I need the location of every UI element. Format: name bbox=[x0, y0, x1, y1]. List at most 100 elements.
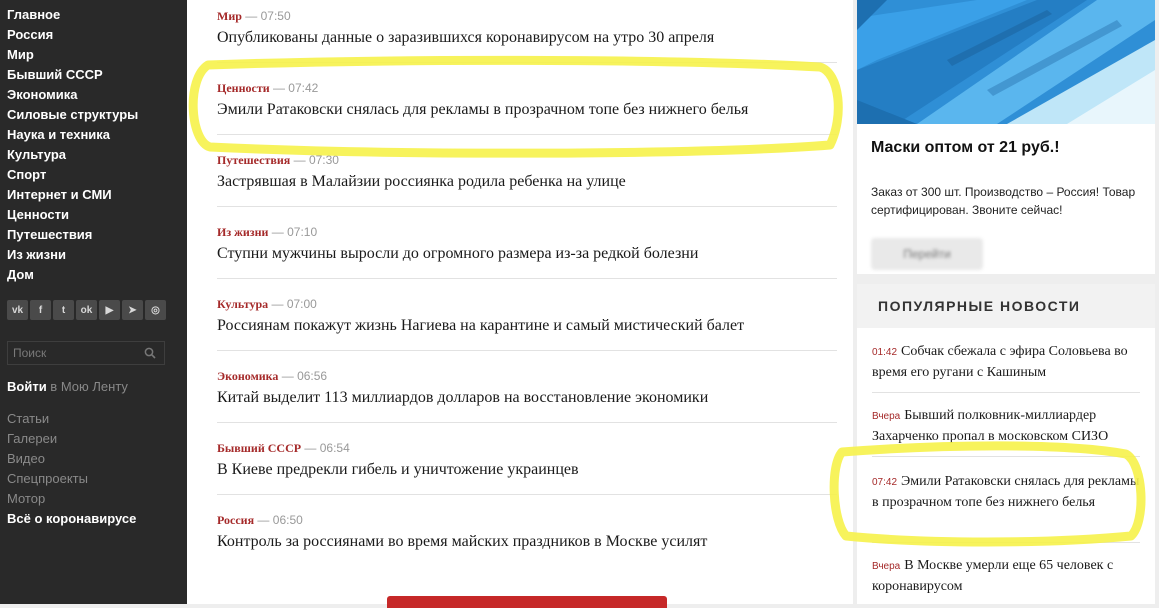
divider bbox=[217, 422, 837, 423]
news-title[interactable]: Китай выделит 113 миллиардов долларов на… bbox=[217, 387, 837, 409]
popular-item-time: 01:42 bbox=[872, 347, 898, 358]
ad-button[interactable]: Перейти bbox=[871, 238, 983, 270]
right-column: Маски оптом от 21 руб.! Заказ от 300 шт.… bbox=[857, 0, 1159, 604]
news-item: Мир — 07:50 Опубликованы данные о зарази… bbox=[217, 8, 837, 49]
news-title[interactable]: Эмили Ратаковски снялась для рекламы в п… bbox=[217, 99, 837, 121]
nav-item-russia[interactable]: Россия bbox=[7, 25, 138, 45]
nav-item-economy[interactable]: Экономика bbox=[7, 85, 138, 105]
nav-item-main[interactable]: Главное bbox=[7, 5, 138, 25]
news-item: Из жизни — 07:10 Ступни мужчины выросли … bbox=[217, 224, 837, 265]
popular-item-time: 07:42 bbox=[872, 477, 898, 488]
news-time: 07:42 bbox=[288, 81, 319, 95]
search-icon[interactable] bbox=[144, 347, 156, 359]
load-more-button[interactable] bbox=[387, 596, 667, 608]
link-galleries[interactable]: Галереи bbox=[7, 429, 136, 449]
news-time: 06:54 bbox=[319, 441, 350, 455]
nav-item-sport[interactable]: Спорт bbox=[7, 165, 138, 185]
news-rubric[interactable]: Из жизни bbox=[217, 225, 268, 239]
nav-item-values[interactable]: Ценности bbox=[7, 205, 138, 225]
news-item: Путешествия — 07:30 Застрявшая в Малайзи… bbox=[217, 152, 837, 193]
nav-item-world[interactable]: Мир bbox=[7, 45, 138, 65]
link-motor[interactable]: Мотор bbox=[7, 489, 136, 509]
news-item: Ценности — 07:42 Эмили Ратаковски снялас… bbox=[217, 80, 837, 121]
social-links: vk f t ok ▶ ➤ ◎ bbox=[7, 300, 166, 320]
divider bbox=[872, 392, 1140, 393]
popular-item[interactable]: Вчера В Москве умерли еще 65 человек с ко… bbox=[872, 556, 1140, 597]
divider bbox=[217, 206, 837, 207]
link-video[interactable]: Видео bbox=[7, 449, 136, 469]
divider bbox=[217, 350, 837, 351]
news-rubric[interactable]: Бывший СССР bbox=[217, 441, 301, 455]
facebook-icon[interactable]: f bbox=[30, 300, 51, 320]
news-time: 07:00 bbox=[286, 297, 317, 311]
popular-item[interactable]: 07:42 Эмили Ратаковски снялась для реклам… bbox=[872, 472, 1140, 513]
ad-image[interactable] bbox=[857, 0, 1155, 124]
popular-item-title[interactable]: Собчак сбежала с эфира Соловьева во врем… bbox=[872, 344, 1128, 380]
news-item: Культура — 07:00 Россиянам покажут жизнь… bbox=[217, 296, 837, 337]
odnoklassniki-icon[interactable]: ok bbox=[76, 300, 97, 320]
divider bbox=[217, 134, 837, 135]
divider bbox=[217, 494, 837, 495]
news-title[interactable]: В Киеве предрекли гибель и уничтожение у… bbox=[217, 459, 837, 481]
news-rubric[interactable]: Мир bbox=[217, 9, 242, 23]
masks-image bbox=[857, 0, 1155, 124]
news-rubric[interactable]: Россия bbox=[217, 513, 254, 527]
popular-item[interactable]: 01:42 Собчак сбежала с эфира Соловьева во… bbox=[872, 342, 1140, 383]
link-coronavirus[interactable]: Всё о коронавирусе bbox=[7, 509, 136, 529]
news-item: Бывший СССР — 06:54 В Киеве предрекли ги… bbox=[217, 440, 837, 481]
nav-item-home[interactable]: Дом bbox=[7, 265, 138, 285]
news-title[interactable]: Опубликованы данные о заразившихся корон… bbox=[217, 27, 837, 49]
popular-item-title[interactable]: Эмили Ратаковски снялась для рекламы в п… bbox=[872, 474, 1139, 510]
news-rubric[interactable]: Путешествия bbox=[217, 153, 290, 167]
my-feed-login: Войти в Мою Ленту bbox=[7, 379, 128, 394]
twitter-icon[interactable]: t bbox=[53, 300, 74, 320]
popular-news-header: ПОПУЛЯРНЫЕ НОВОСТИ bbox=[857, 284, 1155, 328]
popular-item-title[interactable]: В Москве умерли еще 65 человек с коронав… bbox=[872, 558, 1113, 594]
left-sidebar: Главное Россия Мир Бывший СССР Экономика… bbox=[0, 0, 187, 604]
divider bbox=[872, 456, 1140, 457]
news-rubric[interactable]: Ценности bbox=[217, 81, 270, 95]
divider bbox=[217, 62, 837, 63]
popular-item-time: Вчера bbox=[872, 561, 901, 572]
nav-item-internet-media[interactable]: Интернет и СМИ bbox=[7, 185, 138, 205]
section-links: Статьи Галереи Видео Спецпроекты Мотор В… bbox=[7, 409, 136, 529]
popular-item-time: Вчера bbox=[872, 411, 901, 422]
popular-news: ПОПУЛЯРНЫЕ НОВОСТИ 01:42 Собчак сбежала с… bbox=[857, 284, 1155, 604]
news-rubric[interactable]: Экономика bbox=[217, 369, 278, 383]
instagram-icon[interactable]: ◎ bbox=[145, 300, 166, 320]
news-item: Экономика — 06:56 Китай выделит 113 милл… bbox=[217, 368, 837, 409]
youtube-icon[interactable]: ▶ bbox=[99, 300, 120, 320]
news-time: 07:50 bbox=[260, 9, 291, 23]
popular-item-title[interactable]: Бывший полковник-миллиардер Захарченко п… bbox=[872, 408, 1108, 444]
ad-title[interactable]: Маски оптом от 21 руб.! bbox=[871, 139, 1060, 157]
search-input[interactable] bbox=[8, 342, 143, 364]
news-title[interactable]: Ступни мужчины выросли до огромного разм… bbox=[217, 243, 837, 265]
login-link[interactable]: Войти bbox=[7, 379, 47, 394]
divider bbox=[217, 278, 837, 279]
link-articles[interactable]: Статьи bbox=[7, 409, 136, 429]
nav-item-culture[interactable]: Культура bbox=[7, 145, 138, 165]
telegram-icon[interactable]: ➤ bbox=[122, 300, 143, 320]
nav-item-travel[interactable]: Путешествия bbox=[7, 225, 138, 245]
nav-item-life[interactable]: Из жизни bbox=[7, 245, 138, 265]
news-feed: Мир — 07:50 Опубликованы данные о зарази… bbox=[187, 0, 853, 608]
news-time: 07:30 bbox=[308, 153, 339, 167]
news-title[interactable]: Застрявшая в Малайзии россиянка родила р… bbox=[217, 171, 837, 193]
divider bbox=[872, 542, 1140, 543]
search-box bbox=[7, 341, 165, 365]
nav-item-science[interactable]: Наука и техника bbox=[7, 125, 138, 145]
news-title[interactable]: Контроль за россиянами во время майских … bbox=[217, 531, 837, 553]
ad-text: Заказ от 300 шт. Производство – Россия! … bbox=[871, 185, 1136, 217]
news-item: Россия — 06:50 Контроль за россиянами во… bbox=[217, 512, 837, 553]
link-special-projects[interactable]: Спецпроекты bbox=[7, 469, 136, 489]
advertisement[interactable]: Маски оптом от 21 руб.! Заказ от 300 шт.… bbox=[857, 0, 1155, 274]
news-time: 07:10 bbox=[287, 225, 318, 239]
news-title[interactable]: Россиянам покажут жизнь Нагиева на каран… bbox=[217, 315, 837, 337]
popular-item[interactable]: Вчера Бывший полковник-миллиардер Захарче… bbox=[872, 406, 1140, 447]
news-time: 06:56 bbox=[297, 369, 328, 383]
my-feed-link[interactable]: в Мою Ленту bbox=[47, 379, 128, 394]
vk-icon[interactable]: vk bbox=[7, 300, 28, 320]
nav-item-former-ussr[interactable]: Бывший СССР bbox=[7, 65, 138, 85]
news-rubric[interactable]: Культура bbox=[217, 297, 268, 311]
nav-item-security[interactable]: Силовые структуры bbox=[7, 105, 138, 125]
